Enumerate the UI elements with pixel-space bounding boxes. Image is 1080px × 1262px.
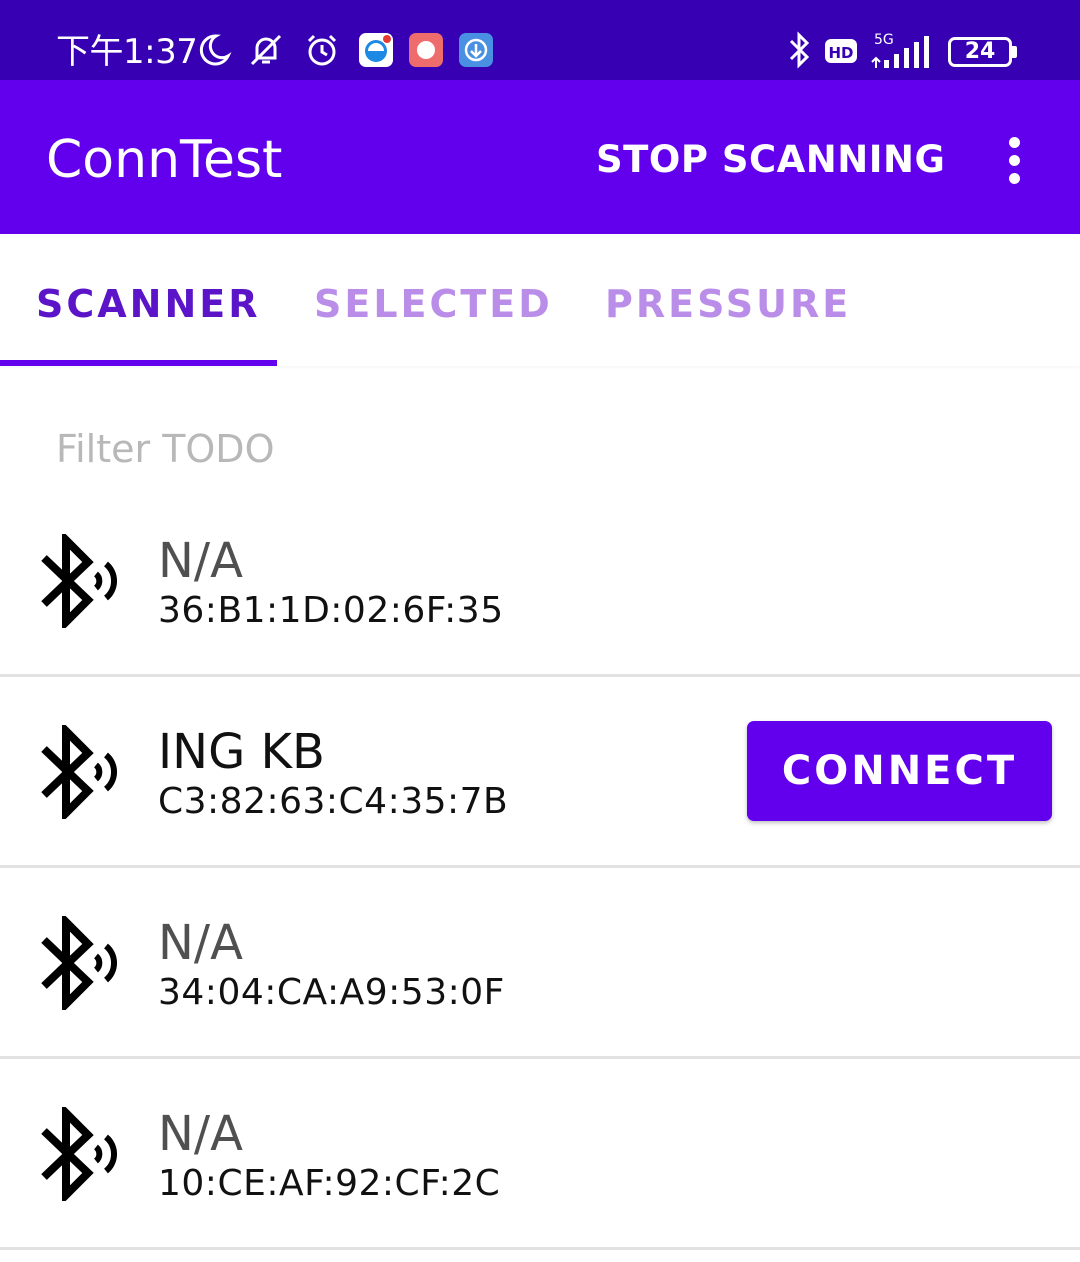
device-row[interactable]: N/A 36:B1:1D:02:6F:35 [0, 486, 1080, 677]
status-bar: 下午1:37 HD 5G 24 [0, 0, 1080, 80]
hd-voice-icon: HD [825, 39, 857, 63]
device-address: 36:B1:1D:02:6F:35 [158, 590, 504, 631]
download-app-icon [459, 33, 493, 67]
bluetooth-status-icon [789, 31, 810, 69]
device-address: C3:82:63:C4:35:7B [158, 781, 509, 822]
bluetooth-searching-icon [41, 725, 118, 819]
filter-input[interactable] [56, 424, 1016, 474]
app-bar: ConnTest STOP SCANNING [0, 80, 1080, 234]
stop-scanning-button[interactable]: STOP SCANNING [580, 132, 961, 188]
status-time: 下午1:37 [56, 32, 198, 72]
connect-button[interactable]: CONNECT [747, 721, 1052, 821]
record-app-icon [409, 33, 443, 67]
active-tab-indicator [0, 360, 277, 366]
browser-app-icon [359, 33, 393, 67]
overflow-menu-icon[interactable] [994, 132, 1034, 188]
tab-scanner[interactable]: SCANNER [36, 278, 261, 330]
device-name: N/A [158, 1106, 243, 1162]
tab-pressure[interactable]: PRESSURE [605, 278, 851, 330]
device-row[interactable]: N/A 34:04:CA:A9:53:0F [0, 868, 1080, 1059]
signal-strength-icon [871, 36, 929, 68]
device-name: ING KB [158, 724, 325, 780]
device-row[interactable]: ING KB C3:82:63:C4:35:7B CONNECT [0, 677, 1080, 868]
silent-bell-icon [250, 34, 282, 66]
app-title: ConnTest [46, 130, 283, 190]
battery-level: 24 [964, 39, 996, 64]
alarm-icon [307, 34, 337, 66]
device-list: N/A 36:B1:1D:02:6F:35 ING KB C3:82:63:C4… [0, 486, 1080, 1250]
bluetooth-searching-icon [41, 1107, 118, 1201]
battery-tip [1012, 46, 1017, 58]
device-address: 34:04:CA:A9:53:0F [158, 972, 505, 1013]
bluetooth-searching-icon [41, 534, 118, 628]
device-name: N/A [158, 533, 243, 589]
tab-bar: SCANNER SELECTED PRESSURE [0, 234, 1080, 366]
do-not-disturb-moon-icon [199, 34, 232, 66]
device-row[interactable]: N/A 10:CE:AF:92:CF:2C [0, 1059, 1080, 1250]
device-name: N/A [158, 915, 243, 971]
bluetooth-searching-icon [41, 916, 118, 1010]
battery-indicator: 24 [948, 37, 1012, 67]
device-address: 10:CE:AF:92:CF:2C [158, 1163, 501, 1204]
tab-selected[interactable]: SELECTED [314, 278, 553, 330]
svg-text:HD: HD [828, 44, 853, 62]
